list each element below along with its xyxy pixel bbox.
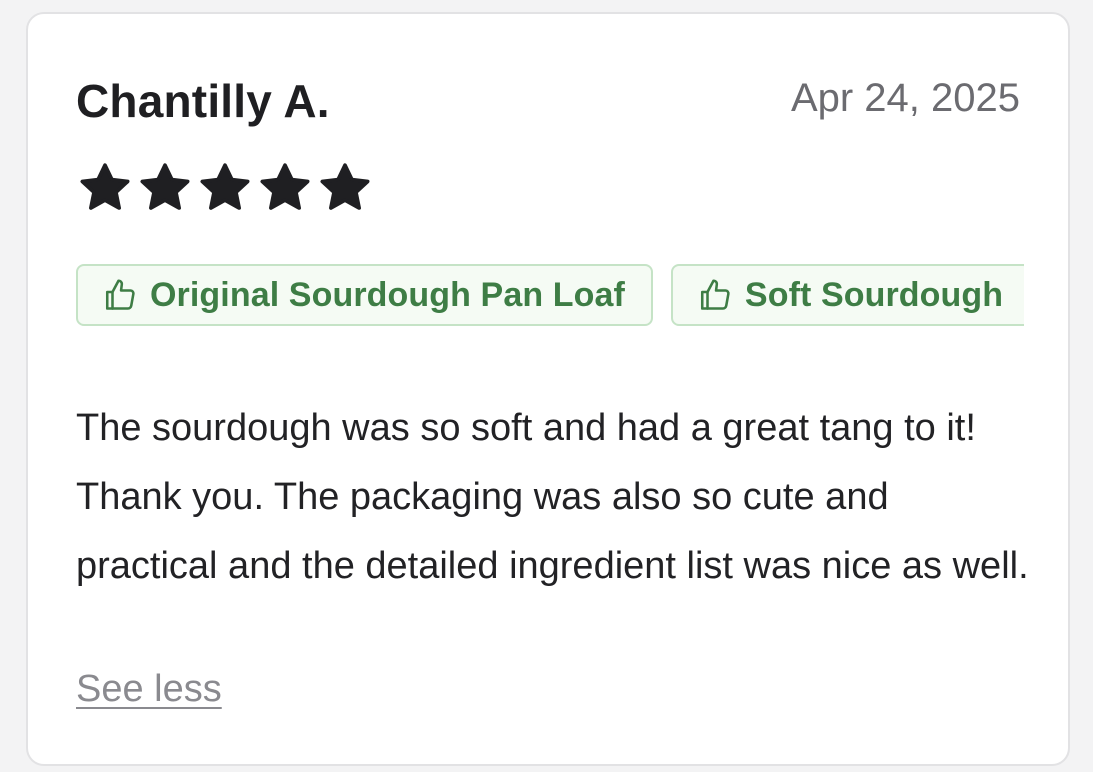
star-icon: [200, 163, 250, 210]
star-rating: [76, 160, 374, 216]
reviewer-name: Chantilly A.: [76, 75, 330, 127]
thumbs-up-icon: [105, 279, 135, 310]
review-text: The sourdough was so soft and had a grea…: [76, 407, 1029, 587]
product-tag[interactable]: Original Sourdough Pan Loaf: [76, 264, 653, 326]
review-date: Apr 24, 2025: [790, 76, 1020, 120]
product-tag-label: Soft Sourdough: [744, 275, 1004, 314]
star-icon: [320, 163, 370, 210]
product-tag[interactable]: Soft Sourdough: [670, 264, 1024, 326]
star-icon: [140, 163, 190, 210]
star-icon: [260, 163, 310, 210]
product-tags: Original Sourdough Pan Loaf Soft Sourdou…: [76, 264, 1024, 334]
review-card: Chantilly A. Apr 24, 2025 Original Sourd…: [26, 12, 1070, 766]
product-tag-label: Original Sourdough Pan Loaf: [150, 275, 625, 314]
thumbs-up-icon: [700, 279, 730, 310]
see-less-link[interactable]: See less: [76, 668, 222, 711]
star-icon: [80, 163, 130, 210]
